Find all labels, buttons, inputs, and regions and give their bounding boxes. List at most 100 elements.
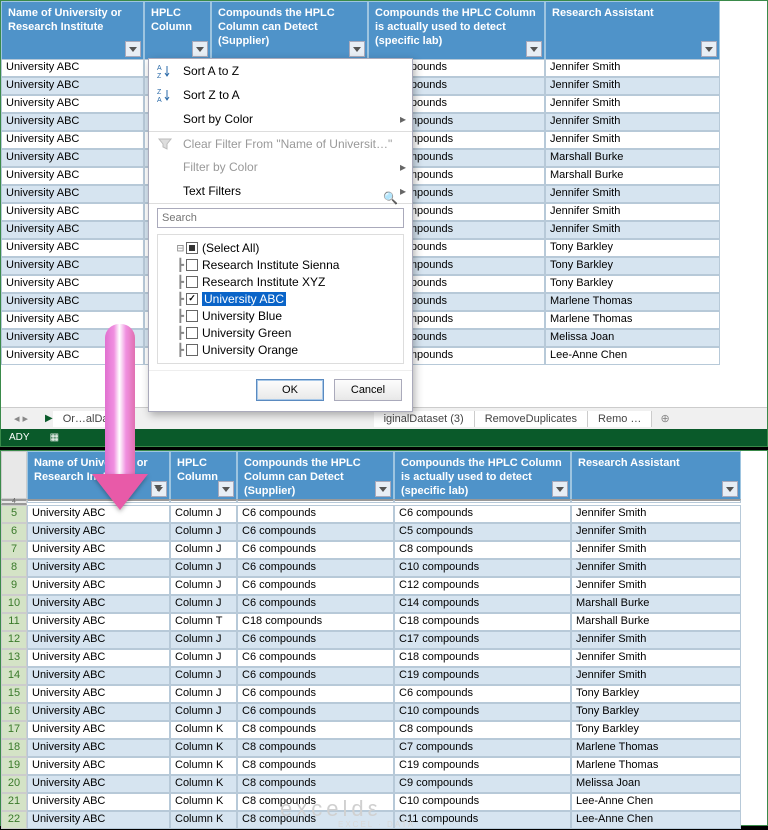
table-cell[interactable]: C11 compounds bbox=[394, 811, 571, 829]
table-cell[interactable]: Jennifer Smith bbox=[571, 541, 741, 559]
table-cell[interactable]: Column J bbox=[170, 667, 237, 685]
table-cell[interactable]: Column K bbox=[170, 739, 237, 757]
filter-button-used[interactable] bbox=[526, 41, 542, 57]
row-number[interactable]: 5 bbox=[1, 505, 27, 523]
table-cell[interactable]: Tony Barkley bbox=[571, 703, 741, 721]
table-cell[interactable]: C6 compounds bbox=[237, 577, 394, 595]
row-number[interactable]: 17 bbox=[1, 721, 27, 739]
table-cell[interactable]: C6 compounds bbox=[237, 631, 394, 649]
table-cell[interactable]: Melissa Joan bbox=[571, 775, 741, 793]
table-cell[interactable]: C8 compounds bbox=[237, 757, 394, 775]
filter-button-ra[interactable] bbox=[722, 481, 738, 497]
table-cell[interactable]: C9 compounds bbox=[394, 775, 571, 793]
table-cell[interactable]: University ABC bbox=[27, 613, 170, 631]
filter-item[interactable]: ┣University Green bbox=[160, 324, 401, 341]
table-cell[interactable]: C8 compounds bbox=[394, 541, 571, 559]
filter-item[interactable]: ⊟(Select All) bbox=[160, 239, 401, 256]
table-cell[interactable]: C8 compounds bbox=[237, 739, 394, 757]
filter-button-ra[interactable] bbox=[701, 41, 717, 57]
table-cell[interactable]: C6 compounds bbox=[394, 505, 571, 523]
filter-search-input[interactable] bbox=[157, 208, 404, 228]
table-cell[interactable]: Column J bbox=[170, 685, 237, 703]
row-number[interactable]: 13 bbox=[1, 649, 27, 667]
table-cell[interactable]: Column J bbox=[170, 559, 237, 577]
table-cell[interactable]: Tony Barkley bbox=[571, 721, 741, 739]
table-cell[interactable]: University ABC bbox=[27, 811, 170, 829]
checkbox[interactable] bbox=[186, 293, 198, 305]
filter-button-used[interactable] bbox=[552, 481, 568, 497]
filter-button-university[interactable] bbox=[125, 41, 141, 57]
table-cell[interactable]: University ABC bbox=[27, 739, 170, 757]
filter-button-university-applied[interactable] bbox=[151, 481, 167, 497]
table-cell[interactable]: C17 compounds bbox=[394, 631, 571, 649]
table-cell[interactable]: University ABC bbox=[27, 577, 170, 595]
table-cell[interactable]: Jennifer Smith bbox=[571, 523, 741, 541]
filter-item[interactable]: ┣University ABC bbox=[160, 290, 401, 307]
table-cell[interactable]: Marlene Thomas bbox=[571, 739, 741, 757]
row-number[interactable]: 10 bbox=[1, 595, 27, 613]
table-cell[interactable]: University ABC bbox=[27, 541, 170, 559]
table-cell[interactable]: Column J bbox=[170, 631, 237, 649]
cancel-button[interactable]: Cancel bbox=[334, 379, 402, 401]
table-cell[interactable]: University ABC bbox=[27, 721, 170, 739]
table-cell[interactable]: C14 compounds bbox=[394, 595, 571, 613]
table-cell[interactable]: C6 compounds bbox=[237, 595, 394, 613]
table-cell[interactable]: C19 compounds bbox=[394, 757, 571, 775]
table-cell[interactable]: Marshall Burke bbox=[571, 613, 741, 631]
table-cell[interactable]: Column J bbox=[170, 541, 237, 559]
table-cell[interactable]: University ABC bbox=[27, 703, 170, 721]
table-cell[interactable]: Jennifer Smith bbox=[571, 631, 741, 649]
filter-button-detect[interactable] bbox=[349, 41, 365, 57]
table-cell[interactable]: Lee-Anne Chen bbox=[571, 793, 741, 811]
table-cell[interactable]: C6 compounds bbox=[237, 703, 394, 721]
table-cell[interactable]: Column J bbox=[170, 649, 237, 667]
row-number[interactable]: 16 bbox=[1, 703, 27, 721]
table-cell[interactable]: C18 compounds bbox=[394, 613, 571, 631]
table-cell[interactable]: Column J bbox=[170, 703, 237, 721]
table-cell[interactable]: C5 compounds bbox=[394, 523, 571, 541]
table-cell[interactable]: C6 compounds bbox=[237, 523, 394, 541]
table-cell[interactable]: C18 compounds bbox=[237, 613, 394, 631]
table-cell[interactable]: Column J bbox=[170, 595, 237, 613]
row-number[interactable]: 11 bbox=[1, 613, 27, 631]
menu-text-filters[interactable]: Text Filters ▸ bbox=[149, 179, 412, 203]
table-cell[interactable]: Jennifer Smith bbox=[571, 577, 741, 595]
table-cell[interactable]: Column J bbox=[170, 505, 237, 523]
filter-button-hplc[interactable] bbox=[192, 41, 208, 57]
select-all-cell[interactable] bbox=[1, 451, 27, 499]
tab-nav[interactable]: ◂ ▸ bbox=[1, 412, 41, 425]
table-cell[interactable]: C8 compounds bbox=[237, 793, 394, 811]
table-cell[interactable]: C12 compounds bbox=[394, 577, 571, 595]
table-cell[interactable]: C8 compounds bbox=[394, 721, 571, 739]
table-cell[interactable]: Column J bbox=[170, 577, 237, 595]
table-cell[interactable]: University ABC bbox=[27, 757, 170, 775]
filter-item-list[interactable]: ⊟(Select All)┣Research Institute Sienna┣… bbox=[157, 234, 404, 364]
table-cell[interactable]: Column K bbox=[170, 757, 237, 775]
row-number[interactable]: 6 bbox=[1, 523, 27, 541]
table-cell[interactable]: Column K bbox=[170, 793, 237, 811]
table-cell[interactable]: C8 compounds bbox=[237, 721, 394, 739]
checkbox[interactable] bbox=[186, 327, 198, 339]
table-cell[interactable]: University ABC bbox=[27, 631, 170, 649]
filter-item[interactable]: ┣Research Institute XYZ bbox=[160, 273, 401, 290]
table-cell[interactable]: Column K bbox=[170, 721, 237, 739]
table-cell[interactable]: University ABC bbox=[27, 595, 170, 613]
checkbox[interactable] bbox=[186, 242, 198, 254]
filter-item[interactable]: ┣University Blue bbox=[160, 307, 401, 324]
row-number[interactable]: 15 bbox=[1, 685, 27, 703]
table-cell[interactable]: C19 compounds bbox=[394, 667, 571, 685]
filter-button-hplc[interactable] bbox=[218, 481, 234, 497]
table-cell[interactable]: C7 compounds bbox=[394, 739, 571, 757]
table-cell[interactable]: C6 compounds bbox=[237, 541, 394, 559]
filter-button-detect[interactable] bbox=[375, 481, 391, 497]
row-number[interactable]: 19 bbox=[1, 757, 27, 775]
table-cell[interactable]: C10 compounds bbox=[394, 793, 571, 811]
sheet-tab[interactable]: iginalDataset (3) bbox=[374, 411, 475, 427]
checkbox[interactable] bbox=[186, 310, 198, 322]
new-sheet-icon[interactable]: ⊕ bbox=[660, 412, 669, 425]
row-number[interactable]: 22 bbox=[1, 811, 27, 829]
table-cell[interactable]: C6 compounds bbox=[237, 685, 394, 703]
row-number[interactable]: 18 bbox=[1, 739, 27, 757]
sheet-tab[interactable]: Remo … bbox=[588, 411, 652, 427]
checkbox[interactable] bbox=[186, 259, 198, 271]
